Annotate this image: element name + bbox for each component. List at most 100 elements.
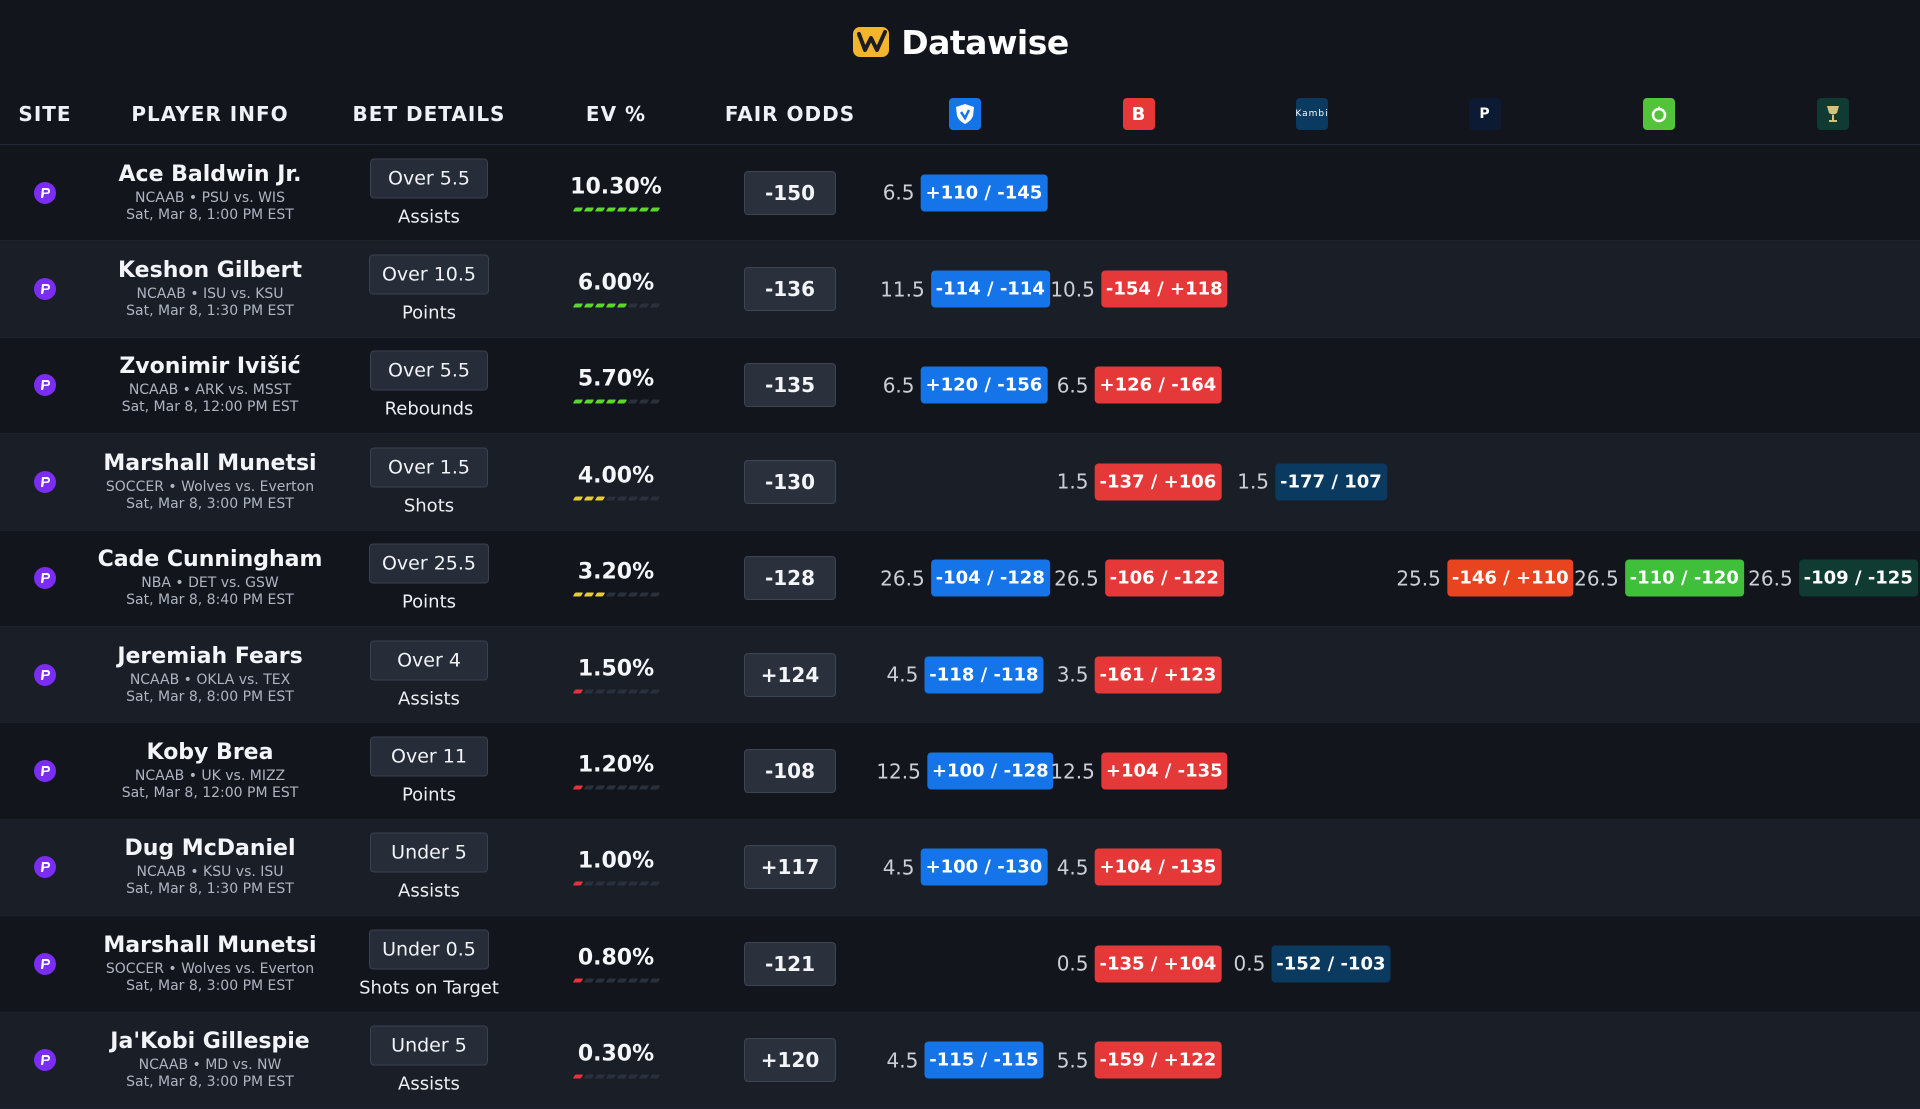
prizepicks-site-icon[interactable] xyxy=(34,760,56,783)
book-odds-circa[interactable]: 26.5 -109 / -125 xyxy=(1748,559,1918,597)
book-odds-draftkings[interactable]: 26.5 -110 / -120 xyxy=(1574,559,1744,597)
odds-price-badge[interactable]: -161 / +123 xyxy=(1094,656,1222,694)
odds-price-badge[interactable]: +104 / -135 xyxy=(1100,752,1228,790)
table-row[interactable]: Marshall Munetsi SOCCER • Wolves vs. Ever… xyxy=(0,434,1920,531)
col-header-book-betrivers[interactable]: B xyxy=(1123,84,1155,144)
odds-price-badge[interactable]: +120 / -156 xyxy=(920,366,1048,404)
book-odds-fanduel[interactable]: 4.5 +100 / -130 xyxy=(883,848,1048,886)
book-odds-betrivers[interactable]: 12.5 +104 / -135 xyxy=(1050,752,1228,790)
odds-price-badge[interactable]: -177 / 107 xyxy=(1275,463,1387,501)
prizepicks-site-icon[interactable] xyxy=(34,278,56,301)
odds-price-badge[interactable]: -106 / -122 xyxy=(1104,559,1224,597)
odds-price-badge[interactable]: +100 / -128 xyxy=(926,752,1054,790)
book-odds-fanduel[interactable]: 26.5 -104 / -128 xyxy=(880,559,1050,597)
book-odds-kambi[interactable]: 0.5 -152 / -103 xyxy=(1233,945,1391,983)
col-header-book-pinnacle[interactable]: P xyxy=(1469,84,1501,144)
col-header-book-circa[interactable] xyxy=(1817,84,1849,144)
col-header-bet-details[interactable]: BET DETAILS xyxy=(353,84,506,144)
book-odds-fanduel[interactable]: 6.5 +110 / -145 xyxy=(883,174,1048,212)
prizepicks-site-icon[interactable] xyxy=(34,374,56,397)
prizepicks-site-icon[interactable] xyxy=(34,856,56,879)
bet-line-badge[interactable]: Under 5 xyxy=(370,832,488,873)
prizepicks-site-icon[interactable] xyxy=(34,663,56,686)
datawise-logo[interactable]: Datawise xyxy=(851,23,1069,62)
table-row[interactable]: Jeremiah Fears NCAAB • OKLA vs. TEX Sat, M… xyxy=(0,626,1920,724)
col-header-fair-odds[interactable]: FAIR ODDS xyxy=(725,84,855,144)
fair-odds-badge[interactable]: -108 xyxy=(744,749,836,794)
odds-price-badge[interactable]: +100 / -130 xyxy=(920,848,1048,886)
player-name[interactable]: Marshall Munetsi xyxy=(60,933,360,958)
table-row[interactable]: Koby Brea NCAAB • UK vs. MIZZ Sat, Mar 8, … xyxy=(0,723,1920,820)
odds-price-badge[interactable]: -135 / +104 xyxy=(1094,945,1222,983)
table-row[interactable]: Dug McDaniel NCAAB • KSU vs. ISU Sat, Mar … xyxy=(0,819,1920,917)
odds-price-badge[interactable]: -118 / -118 xyxy=(924,656,1044,694)
col-header-ev[interactable]: EV % xyxy=(586,84,646,144)
player-name[interactable]: Zvonimir Ivišić xyxy=(60,354,360,379)
prizepicks-site-icon[interactable] xyxy=(34,1049,56,1072)
odds-price-badge[interactable]: -137 / +106 xyxy=(1094,463,1222,501)
odds-price-badge[interactable]: -159 / +122 xyxy=(1094,1041,1222,1079)
col-header-book-draftkings[interactable] xyxy=(1643,84,1675,144)
bet-line-badge[interactable]: Under 0.5 xyxy=(369,929,489,970)
book-odds-betrivers[interactable]: 26.5 -106 / -122 xyxy=(1054,559,1224,597)
player-name[interactable]: Jeremiah Fears xyxy=(60,644,360,669)
fair-odds-badge[interactable]: -128 xyxy=(744,556,836,601)
player-name[interactable]: Dug McDaniel xyxy=(60,836,360,861)
book-odds-betrivers[interactable]: 1.5 -137 / +106 xyxy=(1057,463,1222,501)
odds-price-badge[interactable]: +110 / -145 xyxy=(920,174,1048,212)
odds-price-badge[interactable]: +126 / -164 xyxy=(1094,366,1222,404)
bet-line-badge[interactable]: Under 5 xyxy=(370,1025,488,1066)
book-odds-fanduel[interactable]: 11.5 -114 / -114 xyxy=(880,270,1050,308)
fair-odds-badge[interactable]: -150 xyxy=(744,170,836,215)
bet-line-badge[interactable]: Over 5.5 xyxy=(370,158,488,199)
fair-odds-badge[interactable]: -135 xyxy=(744,363,836,408)
table-row[interactable]: Marshall Munetsi SOCCER • Wolves vs. Ever… xyxy=(0,916,1920,1013)
book-odds-betrivers[interactable]: 6.5 +126 / -164 xyxy=(1057,366,1222,404)
col-header-book-fanduel[interactable] xyxy=(949,84,981,144)
book-odds-fanduel[interactable]: 4.5 -118 / -118 xyxy=(886,656,1044,694)
odds-price-badge[interactable]: -109 / -125 xyxy=(1798,559,1918,597)
bet-line-badge[interactable]: Over 10.5 xyxy=(368,254,490,295)
fair-odds-badge[interactable]: -121 xyxy=(744,941,836,986)
table-row[interactable]: Ace Baldwin Jr. NCAAB • PSU vs. WIS Sat, M… xyxy=(0,145,1920,242)
player-name[interactable]: Ace Baldwin Jr. xyxy=(60,162,360,187)
player-name[interactable]: Cade Cunningham xyxy=(60,547,360,572)
col-header-player-info[interactable]: PLAYER INFO xyxy=(131,84,288,144)
fair-odds-badge[interactable]: +120 xyxy=(744,1038,836,1083)
bet-line-badge[interactable]: Over 5.5 xyxy=(370,350,488,391)
fair-odds-badge[interactable]: +117 xyxy=(744,845,836,890)
book-odds-fanduel[interactable]: 4.5 -115 / -115 xyxy=(886,1041,1044,1079)
col-header-site[interactable]: SITE xyxy=(18,84,71,144)
odds-price-badge[interactable]: +104 / -135 xyxy=(1094,848,1222,886)
table-row[interactable]: Keshon Gilbert NCAAB • ISU vs. KSU Sat, Ma… xyxy=(0,241,1920,338)
player-name[interactable]: Ja'Kobi Gillespie xyxy=(60,1029,360,1054)
bet-line-badge[interactable]: Over 11 xyxy=(370,736,488,777)
odds-price-badge[interactable]: -110 / -120 xyxy=(1624,559,1744,597)
prizepicks-site-icon[interactable] xyxy=(34,567,56,590)
odds-price-badge[interactable]: -152 / -103 xyxy=(1271,945,1391,983)
book-odds-fanduel[interactable]: 6.5 +120 / -156 xyxy=(883,366,1048,404)
table-row[interactable]: Ja'Kobi Gillespie NCAAB • MD vs. NW Sat, M… xyxy=(0,1012,1920,1109)
odds-price-badge[interactable]: -104 / -128 xyxy=(930,559,1050,597)
odds-price-badge[interactable]: -114 / -114 xyxy=(930,270,1050,308)
book-odds-betrivers[interactable]: 3.5 -161 / +123 xyxy=(1057,656,1222,694)
player-name[interactable]: Marshall Munetsi xyxy=(60,451,360,476)
book-odds-fanduel[interactable]: 12.5 +100 / -128 xyxy=(876,752,1054,790)
bet-line-badge[interactable]: Over 25.5 xyxy=(368,543,490,584)
bet-line-badge[interactable]: Over 4 xyxy=(370,640,488,681)
fair-odds-badge[interactable]: -136 xyxy=(744,267,836,312)
prizepicks-site-icon[interactable] xyxy=(34,952,56,975)
odds-price-badge[interactable]: -154 / +118 xyxy=(1100,270,1228,308)
player-name[interactable]: Koby Brea xyxy=(60,740,360,765)
prizepicks-site-icon[interactable] xyxy=(34,181,56,204)
player-name[interactable]: Keshon Gilbert xyxy=(60,258,360,283)
odds-price-badge[interactable]: -146 / +110 xyxy=(1446,559,1574,597)
book-odds-betrivers[interactable]: 10.5 -154 / +118 xyxy=(1050,270,1228,308)
col-header-book-kambi[interactable]: Kambi xyxy=(1295,84,1328,144)
book-odds-kambi[interactable]: 1.5 -177 / 107 xyxy=(1237,463,1387,501)
prizepicks-site-icon[interactable] xyxy=(34,470,56,493)
bet-line-badge[interactable]: Over 1.5 xyxy=(370,447,488,488)
book-odds-betrivers[interactable]: 4.5 +104 / -135 xyxy=(1057,848,1222,886)
fair-odds-badge[interactable]: -130 xyxy=(744,459,836,504)
table-row[interactable]: Cade Cunningham NBA • DET vs. GSW Sat, Mar… xyxy=(0,530,1920,627)
